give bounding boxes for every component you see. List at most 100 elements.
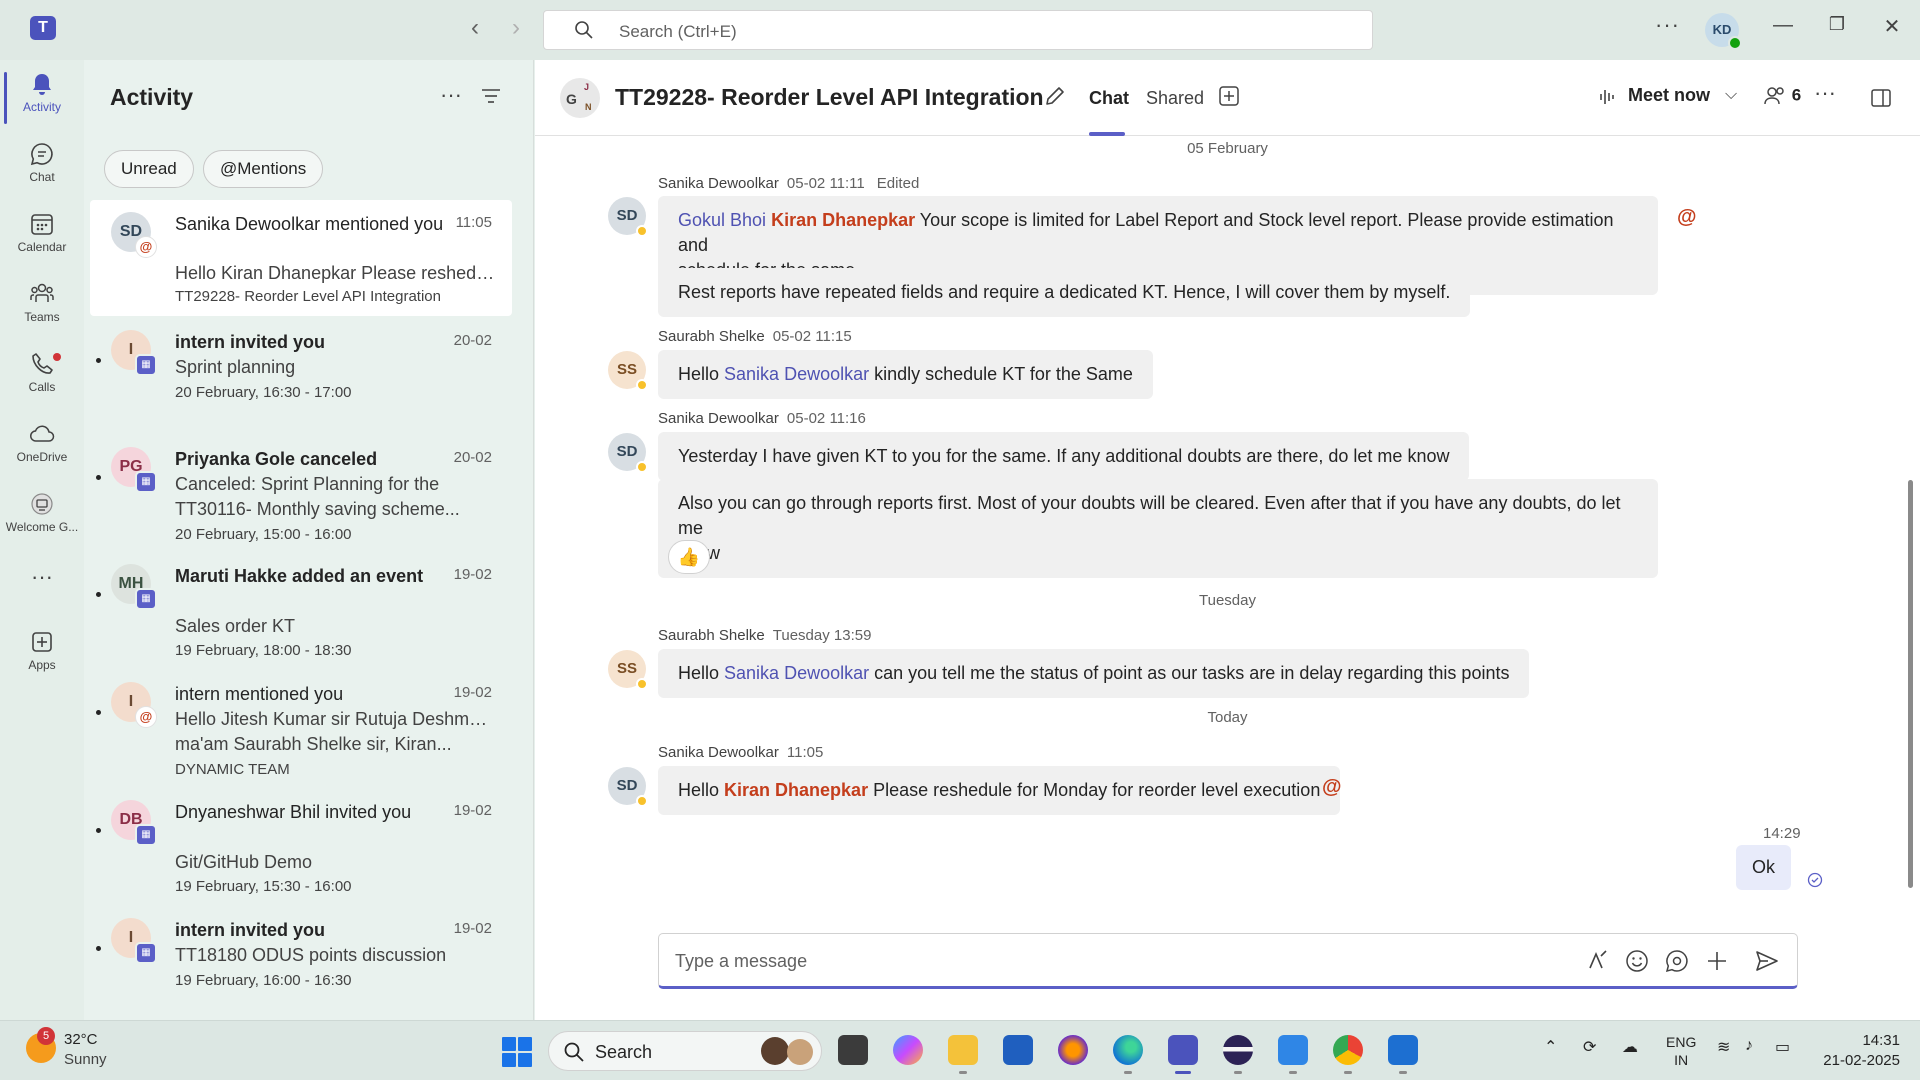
taskbar-search[interactable]: Search [548,1031,822,1071]
edge-icon[interactable] [1113,1035,1143,1065]
send-icon[interactable] [1754,948,1780,974]
message-compose-box[interactable]: Type a message [658,933,1798,989]
whiteboard-icon[interactable] [1278,1035,1308,1065]
firefox-icon[interactable] [1058,1035,1088,1065]
forward-button[interactable]: › [500,14,532,42]
title-bar: T ‹ › Search (Ctrl+E) ··· KD — ❐ ✕ [0,0,1920,60]
avatar[interactable]: SS [608,351,648,391]
rail-item-teams[interactable]: Teams [0,274,84,338]
participants-button[interactable]: 6 [1763,85,1801,107]
message-bubble[interactable]: Also you can go through reports first. M… [658,479,1658,578]
avatar[interactable]: SS [608,650,648,690]
tab-chat[interactable]: Chat [1089,88,1129,109]
thumbs-up-reaction[interactable]: 👍 [668,540,710,574]
activity-item[interactable]: SD @ Sanika Dewoolkar mentioned you 11:0… [90,200,512,316]
activity-panel: Activity ··· Unread @Mentions SD @ Sanik… [84,60,534,1020]
message-bubble[interactable]: Hello Sanika Dewoolkar can you tell me t… [658,649,1530,698]
plus-icon[interactable] [1704,948,1730,974]
activity-item-title: Priyanka Gole canceled [175,449,378,469]
rail-item-apps[interactable]: Apps [0,622,84,686]
message-bubble[interactable]: Hello Kiran Dhanepkar Please reshedule f… [658,766,1341,815]
activity-item[interactable]: DB ▦ Dnyaneshwar Bhil invited you 19-02 … [90,788,512,904]
rail-item-welcome[interactable]: Welcome G... [0,484,84,548]
user-avatar[interactable]: KD [1705,13,1742,50]
filter-icon[interactable] [481,88,501,104]
more-icon: ··· [31,564,53,589]
tab-shared[interactable]: Shared [1146,88,1204,109]
teams-taskbar-icon[interactable] [1168,1035,1198,1065]
loop-component-icon[interactable] [1664,948,1690,974]
participants-count: 6 [1791,85,1802,105]
chat-scrollbar[interactable] [1908,480,1913,888]
mention-self[interactable]: Kiran Dhanepkar [724,780,868,800]
activity-item[interactable]: I ▦ intern invited you 19-02 TT18180 ODU… [90,906,512,1022]
add-tab-icon[interactable] [1218,85,1240,107]
onedrive-offline-icon[interactable]: ☁ [1622,1037,1638,1057]
activity-item[interactable]: PG ▦ Priyanka Gole canceled 20-02 Cancel… [90,435,512,551]
mention-self[interactable]: Kiran Dhanepkar [771,210,915,230]
message-meta: Sanika Dewoolkar 11:05 [658,744,823,761]
activity-item-preview: Sales order KT [175,616,296,636]
copilot-icon[interactable] [893,1035,923,1065]
filter-mentions-chip[interactable]: @Mentions [203,150,324,188]
rail-item-onedrive[interactable]: OneDrive [0,414,84,478]
chat-more-button[interactable]: ··· [1814,80,1836,106]
minimize-button[interactable]: — [1768,14,1798,37]
system-clock[interactable]: 14:31 21-02-2025 [1823,1031,1900,1071]
language-indicator[interactable]: ENG IN [1666,1033,1696,1069]
activity-item[interactable]: I ▦ intern invited you 20-02 Sprint plan… [90,318,512,434]
start-button[interactable] [502,1037,532,1067]
message-bubble[interactable]: Hello Sanika Dewoolkar kindly schedule K… [658,350,1153,399]
notepad-icon[interactable] [1388,1035,1418,1065]
rail-item-activity[interactable]: Activity [0,64,84,128]
rail-item-chat[interactable]: Chat [0,134,84,198]
restore-button[interactable]: ❐ [1822,14,1852,35]
activity-more-button[interactable]: ··· [440,82,462,108]
rail-item-calls[interactable]: Calls [0,344,84,408]
message-edited: Edited [876,175,920,192]
settings-more-button[interactable]: ··· [1655,12,1680,38]
chevron-down-icon[interactable]: ⌵ [1725,86,1737,104]
filter-unread-chip[interactable]: Unread [104,150,194,188]
avatar[interactable]: SD [608,197,648,237]
message-time: Tuesday 13:59 [772,627,872,644]
my-message-bubble[interactable]: Ok [1736,845,1792,890]
eclipse-icon[interactable] [1223,1035,1253,1065]
date-separator: Today [1207,709,1248,726]
activity-item[interactable]: I @ intern mentioned you 19-02 Hello Jit… [90,670,512,786]
chrome-icon[interactable] [1333,1035,1363,1065]
close-button[interactable]: ✕ [1877,14,1907,39]
rail-label-activity: Activity [22,100,61,114]
rail-more-apps-button[interactable]: ··· [0,560,84,600]
activity-item[interactable]: MH ▦ Maruti Hakke added an event 19-02 S… [90,552,512,668]
back-button[interactable]: ‹ [459,14,491,42]
store-icon[interactable] [1003,1035,1033,1065]
avatar[interactable]: SD [608,433,648,473]
group-avatar[interactable]: G J N [560,78,600,118]
rail-label-calendar: Calendar [17,240,67,254]
active-tab-indicator [1089,132,1125,136]
edit-pencil-icon[interactable] [1043,84,1067,108]
activity-item-preview: Sprint planning [175,357,296,377]
volume-icon[interactable]: ♪ [1745,1037,1753,1055]
message-bubble[interactable]: Yesterday I have given KT to you for the… [658,432,1470,481]
message-bubble[interactable]: Rest reports have repeated fields and re… [658,268,1471,317]
wifi-icon[interactable]: ≋ [1717,1037,1730,1057]
emoji-icon[interactable] [1624,948,1650,974]
file-explorer-icon[interactable] [948,1035,978,1065]
side-panel-icon[interactable] [1870,88,1892,108]
battery-icon[interactable]: ▭ [1775,1037,1790,1057]
unread-dot [96,828,101,833]
mention-link[interactable]: Gokul Bhoi [678,210,766,230]
sync-icon[interactable]: ⟳ [1583,1037,1596,1057]
mention-link[interactable]: Sanika Dewoolkar [724,364,869,384]
rail-item-calendar[interactable]: Calendar [0,204,84,268]
search-input[interactable]: Search (Ctrl+E) [543,10,1373,50]
group-avatar-letter: G [566,91,577,107]
mention-link[interactable]: Sanika Dewoolkar [724,663,869,683]
format-text-icon[interactable] [1584,948,1610,974]
avatar[interactable]: SD [608,767,648,807]
message-text: can you tell me the status of point as o… [869,663,1510,683]
task-view-icon[interactable] [838,1035,868,1065]
chevron-up-icon[interactable]: ⌃ [1544,1037,1557,1057]
